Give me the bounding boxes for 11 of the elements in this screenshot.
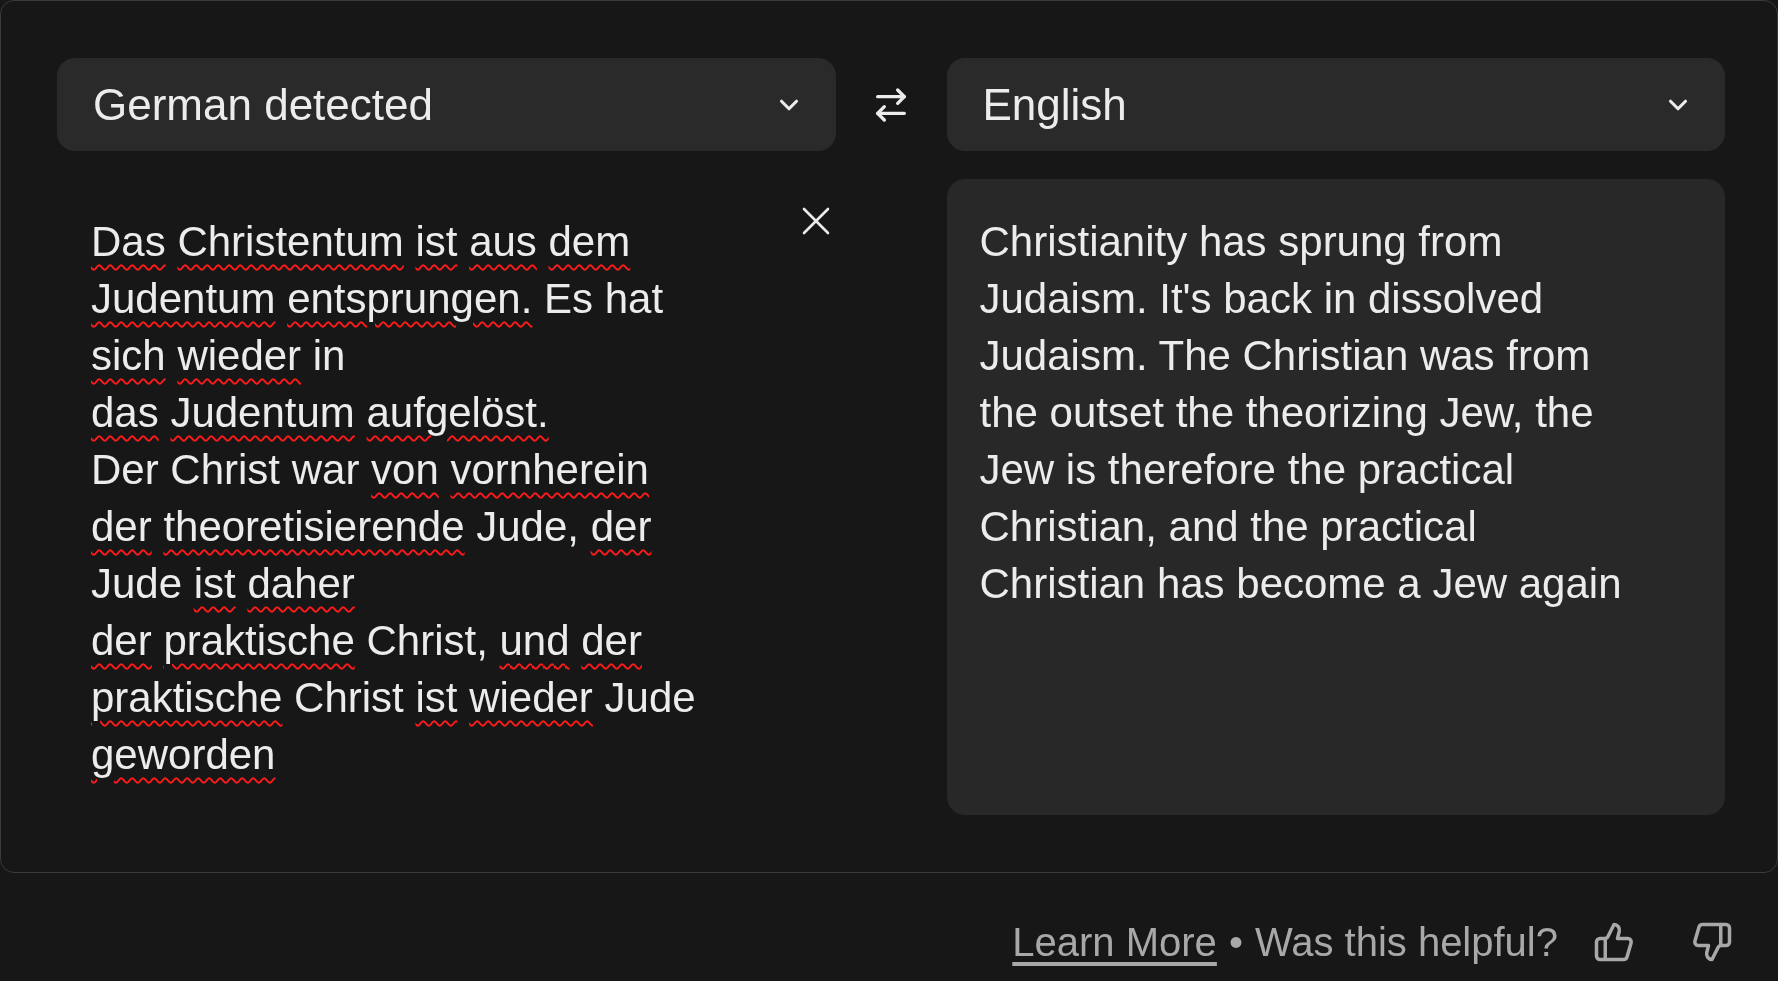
thumbs-up-button[interactable] (1592, 920, 1636, 964)
language-dropdown[interactable]: English (946, 58, 1725, 151)
translation-text: Christianity has sprung from Judaism. It's back in dissolved Judaism. The Christian was from the outset the theorizing Jew, the Jew is therefore the practical Christian, and the practical Christian has become a Jew again (979, 217, 1623, 609)
learn-more-link[interactable]: Learn More (1012, 912, 1217, 972)
feedback-question: Was this helpful? (1254, 919, 1558, 966)
thumbs-up-icon (1593, 921, 1635, 963)
thumbs-down-icon (1691, 921, 1733, 963)
thumbs-down-button[interactable] (1690, 920, 1734, 964)
source-text-area[interactable]: Das Christentum ist aus dem Judentum entsprungen. Es hat sich wieder in das Judentum aufgelöst. Der Christ war von vornherein der theoretisierende Jude, der Jude ist daher der praktische Christ, und der praktische Christ ist wieder Jude geworden (57, 179, 836, 815)
separator-dot: • (1228, 919, 1243, 966)
language-dropdown[interactable]: German detected (57, 58, 836, 151)
